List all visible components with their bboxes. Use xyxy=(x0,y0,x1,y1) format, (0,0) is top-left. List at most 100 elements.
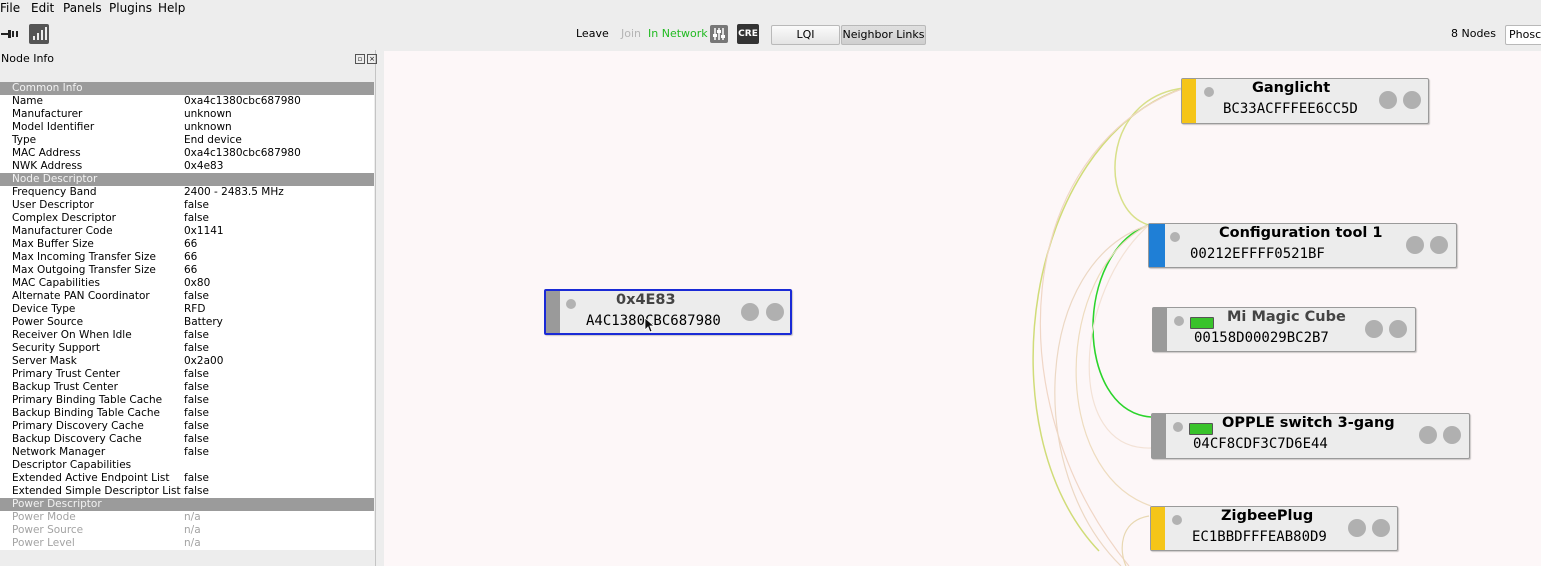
info-row[interactable]: Complex Descriptor false xyxy=(0,212,374,225)
node-port[interactable] xyxy=(1348,519,1366,537)
info-row[interactable]: Max Outgoing Transfer Size 66 xyxy=(0,264,374,277)
info-value: RFD xyxy=(184,303,206,315)
info-key: User Descriptor xyxy=(12,199,94,211)
gateway-select[interactable]: Phosco xyxy=(1505,25,1541,45)
info-key: Manufacturer xyxy=(12,108,83,120)
info-value: false xyxy=(184,420,209,432)
info-row[interactable]: Server Mask 0x2a00 xyxy=(0,355,374,368)
info-row[interactable]: Primary Binding Table Cache false xyxy=(0,394,374,407)
node-configuration-tool[interactable]: Configuration tool 1 00212EFFFF0521BF xyxy=(1148,223,1457,268)
float-panel-icon[interactable]: ▫ xyxy=(355,54,365,64)
node-ganglicht[interactable]: Ganglicht BC33ACFFFEE6CC5D xyxy=(1181,78,1429,124)
plug-icon[interactable] xyxy=(1,29,19,39)
info-row[interactable]: Max Buffer Size 66 xyxy=(0,238,374,251)
info-row[interactable]: Max Incoming Transfer Size 66 xyxy=(0,251,374,264)
info-row[interactable]: MAC Capabilities 0x80 xyxy=(0,277,374,290)
node-count: 8 Nodes xyxy=(1451,27,1496,40)
node-mi-magic-cube[interactable]: Mi Magic Cube 00158D00029BC2B7 xyxy=(1152,307,1416,352)
node-opple-switch[interactable]: OPPLE switch 3-gang 04CF8CDF3C7D6E44 xyxy=(1151,413,1470,459)
node-port[interactable] xyxy=(1443,426,1461,444)
info-row[interactable]: Descriptor Capabilities xyxy=(0,459,374,472)
info-row[interactable]: Frequency Band 2400 - 2483.5 MHz xyxy=(0,186,374,199)
info-row[interactable]: NWK Address 0x4e83 xyxy=(0,160,374,173)
info-value: false xyxy=(184,290,209,302)
menu-panels[interactable]: Panels xyxy=(63,1,102,15)
info-row[interactable]: Backup Trust Center false xyxy=(0,381,374,394)
info-row[interactable]: Power Level n/a xyxy=(0,537,374,550)
node-port[interactable] xyxy=(1365,320,1383,338)
node-graph-canvas[interactable]: 0x4E83 A4C1380CBC687980 Ganglicht BC33AC… xyxy=(384,51,1541,566)
info-key: Max Incoming Transfer Size xyxy=(12,251,156,263)
info-value: false xyxy=(184,199,209,211)
info-row[interactable]: Receiver On When Idle false xyxy=(0,329,374,342)
status-dot xyxy=(1173,422,1183,432)
close-panel-icon[interactable]: × xyxy=(367,54,377,64)
join-button[interactable]: Join xyxy=(621,27,641,40)
node-port[interactable] xyxy=(1372,519,1390,537)
info-value: false xyxy=(184,329,209,341)
menu-help[interactable]: Help xyxy=(158,1,185,15)
menu-plugins[interactable]: Plugins xyxy=(109,1,152,15)
info-row[interactable]: Primary Discovery Cache false xyxy=(0,420,374,433)
node-address: BC33ACFFFEE6CC5D xyxy=(1223,101,1358,117)
info-row[interactable]: Network Manager false xyxy=(0,446,374,459)
info-row[interactable]: Power Source n/a xyxy=(0,524,374,537)
info-row[interactable]: Security Support false xyxy=(0,342,374,355)
lqi-button[interactable]: LQI xyxy=(771,25,840,45)
info-value: false xyxy=(184,368,209,380)
node-port[interactable] xyxy=(766,303,784,321)
toolbar: Leave Join In Network CRE LQI Neighbor L… xyxy=(0,17,1541,50)
node-port[interactable] xyxy=(741,303,759,321)
section-title: Node Descriptor xyxy=(12,173,98,185)
info-key: Power Source xyxy=(12,316,84,328)
info-row[interactable]: Extended Simple Descriptor List false xyxy=(0,485,374,498)
info-key: Type xyxy=(12,134,37,146)
node-port[interactable] xyxy=(1379,91,1397,109)
info-row[interactable]: MAC Address 0xa4c1380cbc687980 xyxy=(0,147,374,160)
info-row[interactable]: User Descriptor false xyxy=(0,199,374,212)
node-port[interactable] xyxy=(1389,320,1407,338)
node-info-panel: Node Info ▫ × Common Info Name 0xa4c1380cb… xyxy=(0,50,377,566)
info-row[interactable]: Device Type RFD xyxy=(0,303,374,316)
node-0x4e83[interactable]: 0x4E83 A4C1380CBC687980 xyxy=(544,289,792,335)
info-key: Backup Trust Center xyxy=(12,381,118,393)
info-key: Receiver On When Idle xyxy=(12,329,132,341)
info-key: Server Mask xyxy=(12,355,77,367)
info-row[interactable]: Manufacturer Code 0x1141 xyxy=(0,225,374,238)
neighbor-links-button[interactable]: Neighbor Links xyxy=(841,25,926,45)
menu-file[interactable]: File xyxy=(0,1,20,15)
settings-sliders-icon[interactable] xyxy=(710,25,728,43)
signal-icon[interactable] xyxy=(29,24,49,44)
info-row[interactable]: Alternate PAN Coordinator false xyxy=(0,290,374,303)
info-row[interactable]: Name 0xa4c1380cbc687980 xyxy=(0,95,374,108)
info-value: false xyxy=(184,212,209,224)
info-row[interactable]: Backup Binding Table Cache false xyxy=(0,407,374,420)
node-port[interactable] xyxy=(1406,236,1424,254)
info-row[interactable]: Model Identifier unknown xyxy=(0,121,374,134)
info-value: n/a xyxy=(184,537,201,549)
info-row[interactable]: Manufacturer unknown xyxy=(0,108,374,121)
node-strip xyxy=(1182,79,1196,123)
info-row[interactable]: Power Source Battery xyxy=(0,316,374,329)
leave-button[interactable]: Leave xyxy=(576,27,609,40)
info-row[interactable]: Power Mode n/a xyxy=(0,511,374,524)
info-value: 66 xyxy=(184,264,198,276)
info-row[interactable]: Type End device xyxy=(0,134,374,147)
section-header: Common Info xyxy=(0,82,374,95)
node-port[interactable] xyxy=(1430,236,1448,254)
battery-icon xyxy=(1189,423,1213,435)
info-key: Max Outgoing Transfer Size xyxy=(12,264,156,276)
node-strip xyxy=(1151,507,1165,550)
cre-button[interactable]: CRE xyxy=(737,24,759,44)
info-row[interactable]: Backup Discovery Cache false xyxy=(0,433,374,446)
node-zigbeeplug[interactable]: ZigbeePlug EC1BBDFFFEAB80D9 xyxy=(1150,506,1398,551)
info-row[interactable]: Primary Trust Center false xyxy=(0,368,374,381)
info-value: 66 xyxy=(184,238,198,250)
menu-edit[interactable]: Edit xyxy=(31,1,54,15)
node-port[interactable] xyxy=(1419,426,1437,444)
node-port[interactable] xyxy=(1403,91,1421,109)
section-title: Common Info xyxy=(12,82,83,94)
info-row[interactable]: Extended Active Endpoint List false xyxy=(0,472,374,485)
info-key: Complex Descriptor xyxy=(12,212,116,224)
node-title: Configuration tool 1 xyxy=(1219,225,1383,241)
